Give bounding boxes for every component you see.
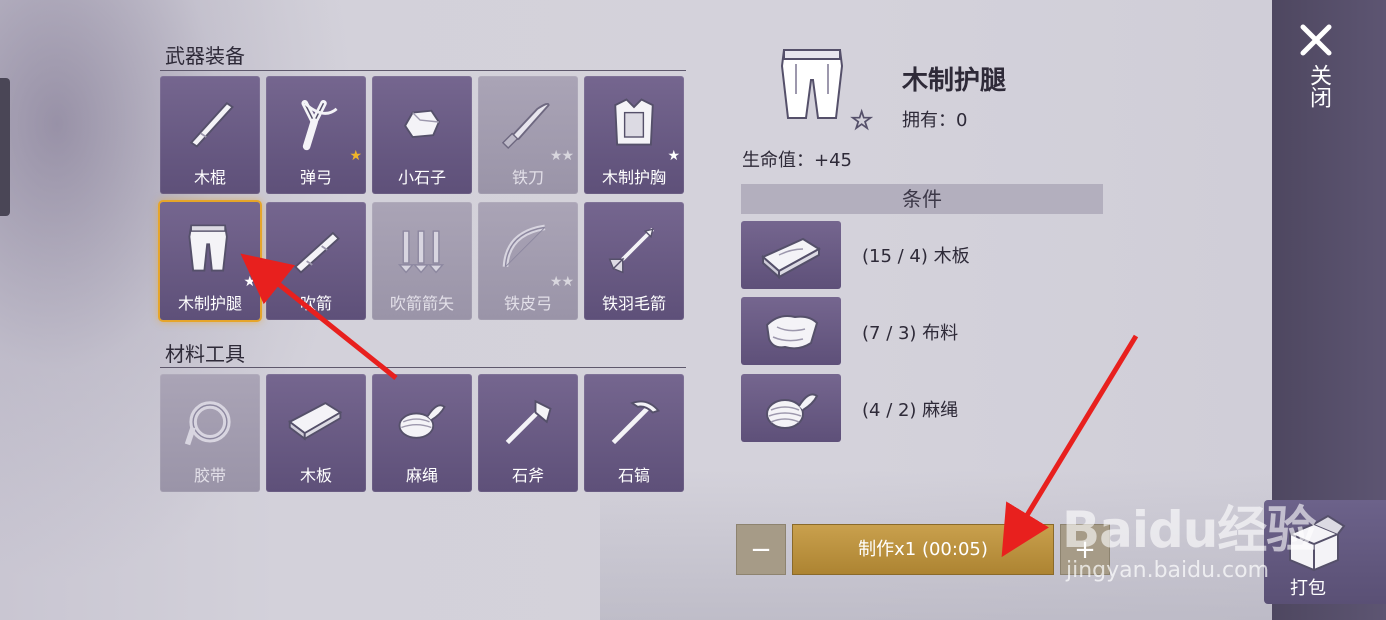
item-label: 弹弓: [299, 168, 332, 187]
rarity-star-icon: ☆: [849, 106, 874, 137]
left-edge-tab[interactable]: [0, 78, 10, 216]
owned-count: 拥有：0: [902, 110, 968, 131]
stone-axe-icon: [505, 399, 552, 445]
rarity-star-icon: ★★: [549, 274, 574, 290]
item-label: 石镐: [617, 466, 650, 485]
item-label: 木板: [299, 466, 332, 485]
stone-pickaxe-icon: [611, 400, 660, 445]
item-slot[interactable]: ★ 弹弓: [266, 76, 366, 194]
item-label: 铁皮弓: [503, 294, 552, 313]
item-slot[interactable]: 吹箭: [266, 202, 366, 320]
item-label: 吹箭箭矢: [389, 294, 454, 313]
item-slot[interactable]: 吹箭箭矢: [372, 202, 472, 320]
item-slot[interactable]: ★★ 铁刀: [478, 76, 578, 194]
section-divider: [160, 70, 686, 71]
pack-label[interactable]: 打包: [1290, 574, 1326, 600]
watermark-brand: Baidu经验: [1062, 501, 1316, 559]
cloth-icon: [765, 315, 819, 350]
item-label: 木制护胸: [601, 168, 666, 187]
iron-knife-icon: [501, 102, 550, 150]
item-label: 麻绳: [405, 466, 438, 485]
iron-feather-arrow-icon: [608, 227, 655, 274]
rarity-star-icon: ★: [243, 274, 256, 290]
item-slot[interactable]: ★ 木制护腿: [160, 202, 260, 320]
material-slot-plank[interactable]: [741, 221, 841, 289]
item-label: 木制护腿: [177, 294, 242, 313]
decrease-quantity-button[interactable]: −: [736, 524, 786, 575]
item-slot[interactable]: ★★ 铁皮弓: [478, 202, 578, 320]
item-name: 木制护腿: [902, 66, 1007, 96]
item-slot[interactable]: 铁羽毛箭: [584, 202, 684, 320]
pebble-icon: [404, 109, 440, 138]
rope-icon: [398, 404, 446, 439]
material-grid: 胶带 木板 麻绳 石斧 石镐: [160, 374, 684, 492]
watermark-url: jingyan.baidu.com: [1066, 558, 1270, 583]
close-label[interactable]: 关闭: [1300, 64, 1336, 108]
plank-icon: [761, 237, 821, 280]
item-label: 木棍: [193, 168, 226, 187]
rarity-star-icon: ★★: [549, 148, 574, 164]
conditions-header: 条件: [741, 184, 1103, 214]
blowgun-icon: [294, 231, 340, 274]
item-label: 胶带: [193, 466, 226, 485]
wooden-leggings-icon: [780, 49, 844, 119]
item-slot[interactable]: ★ 木制护胸: [584, 76, 684, 194]
item-slot[interactable]: 麻绳: [372, 374, 472, 492]
close-icon[interactable]: [1298, 22, 1334, 58]
rope-icon: [766, 393, 819, 429]
item-slot[interactable]: 小石子: [372, 76, 472, 194]
item-stat: 生命值：+45: [742, 150, 852, 171]
item-slot[interactable]: 木棍: [160, 76, 260, 194]
section-title-materials: 材料工具: [165, 342, 245, 366]
wooden-stick-icon: [189, 102, 234, 148]
iron-bow-icon: [502, 224, 546, 268]
section-title-weapons: 武器装备: [165, 44, 245, 68]
material-slot-cloth[interactable]: [741, 297, 841, 365]
item-slot[interactable]: 胶带: [160, 374, 260, 492]
material-requirement-rope: (4 / 2) 麻绳: [862, 400, 959, 421]
item-label: 吹箭: [299, 294, 332, 313]
blowgun-darts-icon: [397, 230, 445, 274]
tape-icon: [184, 401, 231, 446]
material-requirement-plank: (15 / 4) 木板: [862, 246, 970, 267]
rarity-star-icon: ★: [667, 148, 680, 164]
item-label: 铁羽毛箭: [601, 294, 666, 313]
item-slot[interactable]: 石镐: [584, 374, 684, 492]
slingshot-icon: [301, 99, 338, 151]
item-slot[interactable]: 石斧: [478, 374, 578, 492]
item-label: 小石子: [397, 168, 446, 187]
weapon-grid: 木棍 ★ 弹弓 小石子 ★★ 铁刀 ★ 木制护胸 ★ 木制护腿 吹箭 吹箭箭矢 ★★ 铁皮弓 铁羽毛箭: [160, 76, 684, 320]
plank-icon: [288, 402, 343, 441]
material-requirement-cloth: (7 / 3) 布料: [862, 323, 959, 344]
wooden-chestplate-icon: [614, 98, 654, 146]
item-slot[interactable]: 木板: [266, 374, 366, 492]
section-divider: [160, 367, 686, 368]
item-label: 铁刀: [511, 168, 544, 187]
wooden-leggings-icon: [188, 224, 228, 272]
rarity-star-icon: ★: [349, 148, 362, 164]
item-label: 石斧: [511, 466, 544, 485]
craft-button[interactable]: 制作x1 (00:05): [792, 524, 1054, 575]
material-slot-rope[interactable]: [741, 374, 841, 442]
